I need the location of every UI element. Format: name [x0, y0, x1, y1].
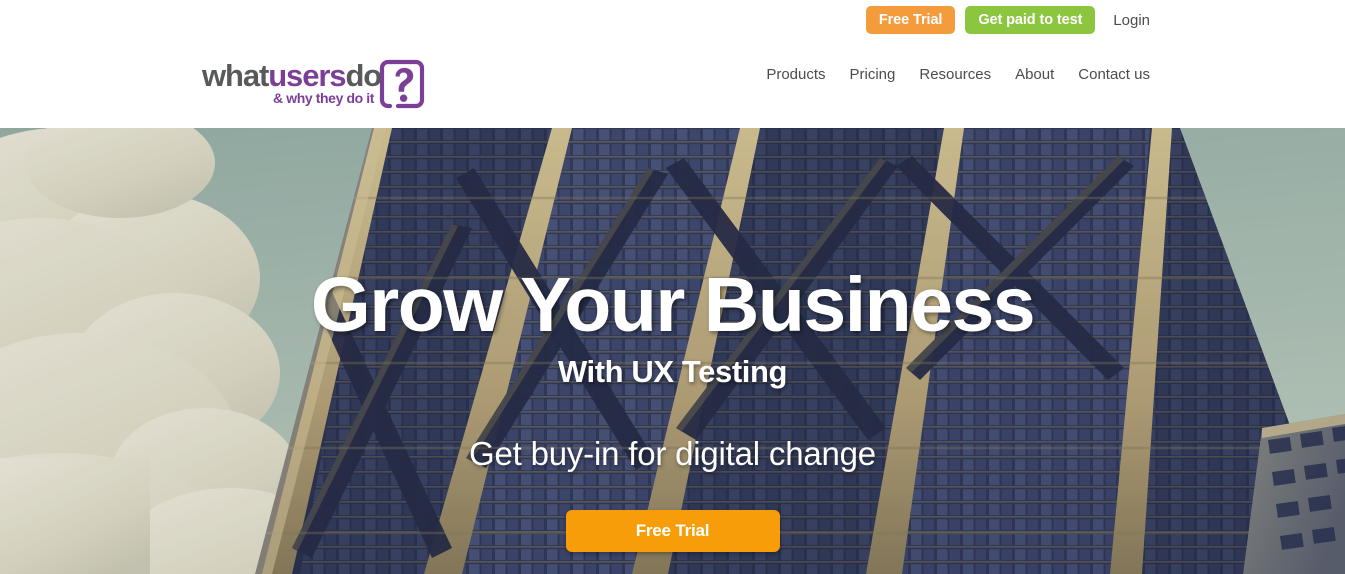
nav-item-contact-us[interactable]: Contact us: [1078, 66, 1150, 83]
main-navigation: Products Pricing Resources About Contact…: [766, 66, 1150, 83]
hero-banner: Grow Your Business With UX Testing Get b…: [0, 128, 1345, 574]
hero-free-trial-button[interactable]: Free Trial: [565, 510, 780, 552]
page-root: Free Trial Get paid to test Login whatus…: [0, 0, 1345, 574]
hero-tagline: Get buy-in for digital change: [469, 435, 876, 472]
site-logo[interactable]: whatusersdo & why they do it: [202, 60, 426, 118]
login-link[interactable]: Login: [1113, 12, 1150, 29]
logo-word-row: whatusersdo: [202, 58, 382, 93]
logo-do: do: [345, 58, 382, 93]
logo-what: what: [202, 58, 269, 93]
hero-subheadline: With UX Testing: [557, 354, 788, 389]
nav-item-resources[interactable]: Resources: [919, 66, 991, 83]
question-mark-icon: [378, 58, 426, 115]
utility-bar: Free Trial Get paid to test Login: [865, 6, 1150, 34]
nav-item-products[interactable]: Products: [766, 66, 825, 83]
free-trial-button-top[interactable]: Free Trial: [865, 6, 956, 34]
logo-wordmark: whatusersdo & why they do it: [202, 58, 382, 118]
get-paid-to-test-button[interactable]: Get paid to test: [965, 6, 1096, 34]
hero-headline: Grow Your Business: [310, 262, 1036, 348]
nav-item-about[interactable]: About: [1015, 66, 1054, 83]
hero-content: Grow Your Business With UX Testing Get b…: [0, 128, 1345, 574]
site-header: Free Trial Get paid to test Login whatus…: [0, 0, 1345, 128]
logo-tagline: & why they do it: [273, 90, 374, 106]
logo-users: users: [268, 58, 346, 93]
nav-item-pricing[interactable]: Pricing: [850, 66, 896, 83]
